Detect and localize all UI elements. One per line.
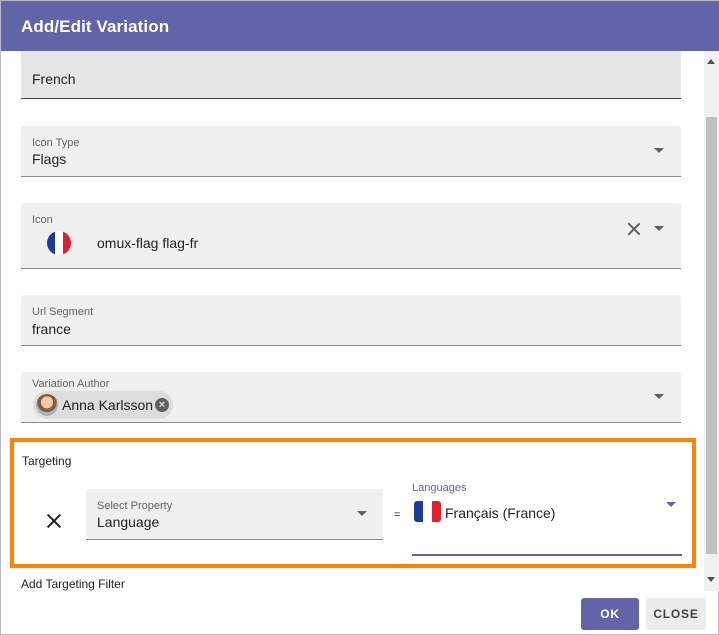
add-edit-variation-dialog: Add/Edit Variation French Icon Type Flag…: [0, 0, 719, 635]
languages-select[interactable]: Languages Français (France): [412, 480, 682, 556]
add-targeting-filter-link[interactable]: Add Targeting Filter: [21, 577, 125, 591]
icon-type-value: Flags: [32, 151, 67, 167]
variation-author-select[interactable]: Variation Author Anna Karlsson ×: [21, 372, 681, 423]
icon-label: Icon: [32, 214, 53, 226]
close-button[interactable]: CLOSE: [646, 598, 706, 630]
avatar: [36, 394, 58, 416]
close-icon[interactable]: [627, 222, 641, 236]
scrollbar-thumb[interactable]: [706, 117, 717, 554]
ok-button[interactable]: OK: [581, 598, 639, 630]
languages-label: Languages: [412, 482, 467, 494]
dialog-header: Add/Edit Variation: [1, 1, 719, 51]
select-property-label: Select Property: [97, 500, 173, 512]
icon-select[interactable]: Icon omux-flag flag-fr: [21, 203, 681, 269]
chevron-down-icon[interactable]: [666, 502, 676, 507]
chevron-down-icon[interactable]: [357, 511, 367, 516]
targeting-section: Targeting Select Property Language = Lan…: [10, 438, 696, 568]
language-value: Français (France): [445, 505, 556, 521]
close-icon[interactable]: [46, 513, 62, 529]
scroll-down-icon[interactable]: [707, 577, 715, 582]
icon-value: omux-flag flag-fr: [97, 235, 199, 251]
url-segment-label: Url Segment: [32, 306, 94, 318]
chevron-down-icon[interactable]: [654, 394, 664, 399]
remove-circle-icon[interactable]: ×: [155, 398, 169, 412]
author-chip-name: Anna Karlsson: [62, 397, 154, 413]
select-property-value: Language: [97, 514, 160, 530]
targeting-label: Targeting: [22, 454, 72, 468]
url-segment-field[interactable]: Url Segment france: [21, 295, 681, 346]
select-property-dropdown[interactable]: Select Property Language: [86, 489, 383, 540]
icon-type-label: Icon Type: [32, 137, 80, 149]
chevron-down-icon[interactable]: [654, 148, 664, 153]
name-value: French: [32, 71, 76, 87]
chevron-down-icon[interactable]: [654, 226, 664, 231]
operator-label: =: [394, 509, 401, 521]
dialog-title: Add/Edit Variation: [21, 17, 170, 36]
name-field[interactable]: French: [21, 51, 681, 99]
flag-fr-icon: [47, 231, 71, 255]
scroll-up-icon[interactable]: [707, 59, 715, 64]
url-segment-value: france: [32, 321, 71, 337]
icon-type-select[interactable]: Icon Type Flags: [21, 126, 681, 177]
flag-fr-icon: [414, 501, 441, 522]
author-chip: Anna Karlsson ×: [33, 391, 173, 419]
variation-author-label: Variation Author: [32, 378, 110, 390]
